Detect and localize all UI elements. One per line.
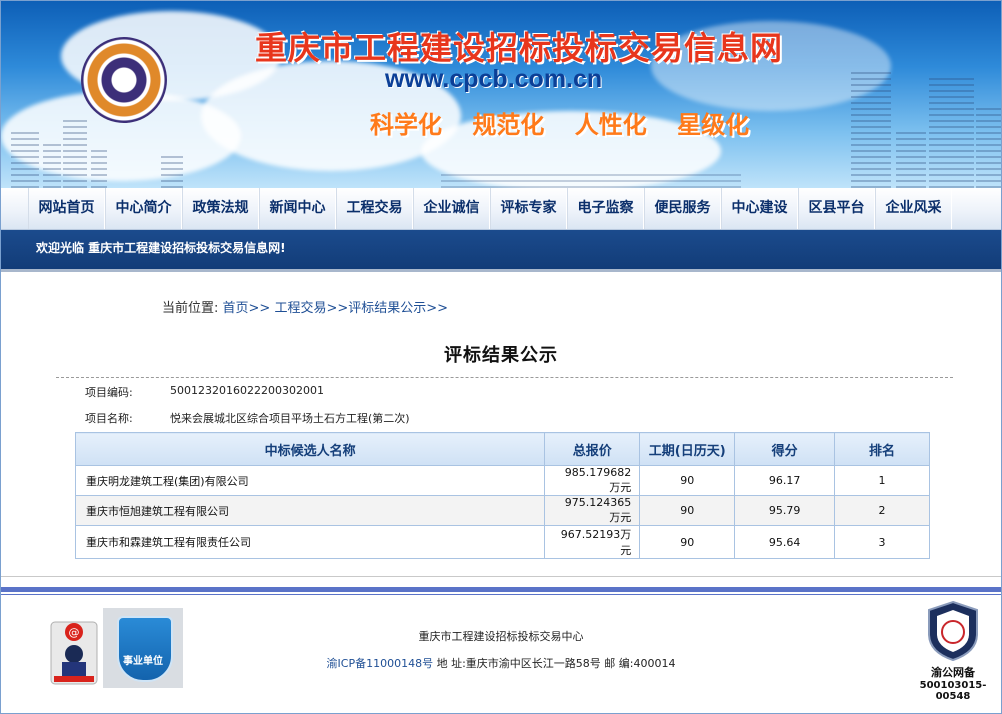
breadcrumb-section-link[interactable]: 工程交易>>评标结果公示>> — [274, 301, 448, 316]
candidate-name: 重庆市恒旭建筑工程有限公司 — [74, 495, 546, 526]
nav-item-construction[interactable]: 中心建设 — [721, 188, 798, 229]
nav-item-news[interactable]: 新闻中心 — [259, 188, 336, 229]
duration: 90 — [639, 525, 736, 559]
divider — [56, 377, 953, 378]
footer-rule-thin — [1, 594, 1001, 595]
nav-item-about[interactable]: 中心简介 — [105, 188, 182, 229]
column-header-price: 总报价 — [544, 432, 641, 466]
breadcrumb-home-link[interactable]: 首页>> — [223, 301, 271, 316]
police-record-number: 500103015-00548 — [919, 680, 987, 702]
nav-item-services[interactable]: 便民服务 — [644, 188, 721, 229]
column-header-candidate: 中标候选人名称 — [74, 432, 546, 466]
nav-item-monitoring[interactable]: 电子监察 — [567, 188, 644, 229]
nav-item-districts[interactable]: 区县平台 — [798, 188, 875, 229]
candidate-name: 重庆市和霖建筑工程有限责任公司 — [74, 525, 546, 559]
total-price: 975.124365万元 — [544, 495, 641, 526]
main-nav: 网站首页 中心简介 政策法规 新闻中心 工程交易 企业诚信 评标专家 电子监察 … — [1, 188, 1001, 230]
rank: 1 — [834, 465, 930, 496]
icp-link[interactable]: 渝ICP备11000148号 — [327, 657, 434, 670]
footer-divider — [1, 576, 1001, 577]
footer-org: 重庆市工程建设招标投标交易中心 — [418, 630, 584, 643]
nav-item-credit[interactable]: 企业诚信 — [413, 188, 490, 229]
project-code-label: 项目编码: — [85, 386, 133, 399]
rank: 3 — [834, 525, 930, 559]
public-institution-badge[interactable]: 事业单位 — [103, 608, 183, 688]
results-table: 中标候选人名称 总报价 工期(日历天) 得分 排名 重庆明龙建筑工程(集团)有限… — [74, 432, 930, 559]
footer-contact: 渝ICP备11000148号 地 址:重庆市渝中区长江一路58号 邮 编:400… — [0, 655, 1002, 671]
slogans: 科学化 规范化 人性化 星级化 — [370, 105, 771, 140]
table-row: 重庆市和霖建筑工程有限责任公司 967.52193万元 90 95.64 3 — [74, 525, 930, 559]
score: 96.17 — [734, 465, 836, 496]
police-record-badge[interactable]: 渝公网备 500103015-00548 — [905, 598, 1001, 702]
breadcrumb-label: 当前位置: — [162, 301, 219, 316]
header-banner: 重庆市工程建设招标投标交易信息网 www.cpcb.com.cn 科学化 规范化… — [1, 1, 1001, 188]
table-row: 重庆市恒旭建筑工程有限公司 975.124365万元 90 95.79 2 — [74, 495, 930, 526]
site-title: 重庆市工程建设招标投标交易信息网 — [255, 29, 784, 67]
site-logo — [81, 37, 167, 123]
cyber-police-icon[interactable]: @ — [48, 616, 100, 688]
footer-rule — [1, 587, 1001, 592]
nav-item-trading[interactable]: 工程交易 — [336, 188, 413, 229]
project-code-row: 项目编码: 5001232016022200302001 — [85, 384, 324, 400]
site-url: www.cpcb.com.cn — [385, 65, 603, 93]
slogan-item: 人性化 — [574, 110, 647, 139]
slogan-item: 科学化 — [370, 110, 442, 139]
nav-item-enterprise[interactable]: 企业风采 — [875, 188, 952, 229]
total-price: 967.52193万元 — [544, 525, 641, 559]
nav-item-home[interactable]: 网站首页 — [28, 188, 105, 229]
project-name-row: 项目名称: 悦来会展城北区综合项目平场土石方工程(第二次) — [85, 410, 410, 426]
table-row: 重庆明龙建筑工程(集团)有限公司 985.179682万元 90 96.17 1 — [74, 465, 930, 496]
shield-icon — [117, 616, 173, 682]
column-header-duration: 工期(日历天) — [639, 432, 736, 466]
duration: 90 — [639, 465, 736, 496]
nav-item-policy[interactable]: 政策法规 — [182, 188, 259, 229]
column-header-rank: 排名 — [834, 432, 930, 466]
welcome-text: 欢迎光临 重庆市工程建设招标投标交易信息网! — [36, 241, 286, 255]
slogan-item: 星级化 — [677, 110, 750, 139]
project-code-value: 5001232016022200302001 — [170, 384, 324, 397]
score: 95.79 — [734, 495, 836, 526]
total-price: 985.179682万元 — [544, 465, 641, 496]
slogan-item: 规范化 — [472, 110, 545, 139]
project-name-label: 项目名称: — [85, 412, 133, 425]
footer-address: 地 址:重庆市渝中区长江一路58号 邮 编:400014 — [436, 657, 676, 670]
police-shield-icon — [928, 600, 978, 662]
police-record-label: 渝公网备 — [931, 666, 975, 679]
table-header-row: 中标候选人名称 总报价 工期(日历天) 得分 排名 — [74, 432, 930, 466]
candidate-name: 重庆明龙建筑工程(集团)有限公司 — [74, 465, 546, 496]
duration: 90 — [639, 495, 736, 526]
rank: 2 — [834, 495, 930, 526]
welcome-divider — [1, 269, 1001, 272]
welcome-bar: 欢迎光临 重庆市工程建设招标投标交易信息网! — [1, 230, 1001, 269]
nav-item-experts[interactable]: 评标专家 — [490, 188, 567, 229]
page-title: 评标结果公示 — [444, 345, 558, 366]
breadcrumb: 当前位置: 首页>> 工程交易>>评标结果公示>> — [162, 297, 448, 316]
project-name-value: 悦来会展城北区综合项目平场土石方工程(第二次) — [170, 412, 410, 425]
score: 95.64 — [734, 525, 836, 559]
column-header-score: 得分 — [734, 432, 836, 466]
